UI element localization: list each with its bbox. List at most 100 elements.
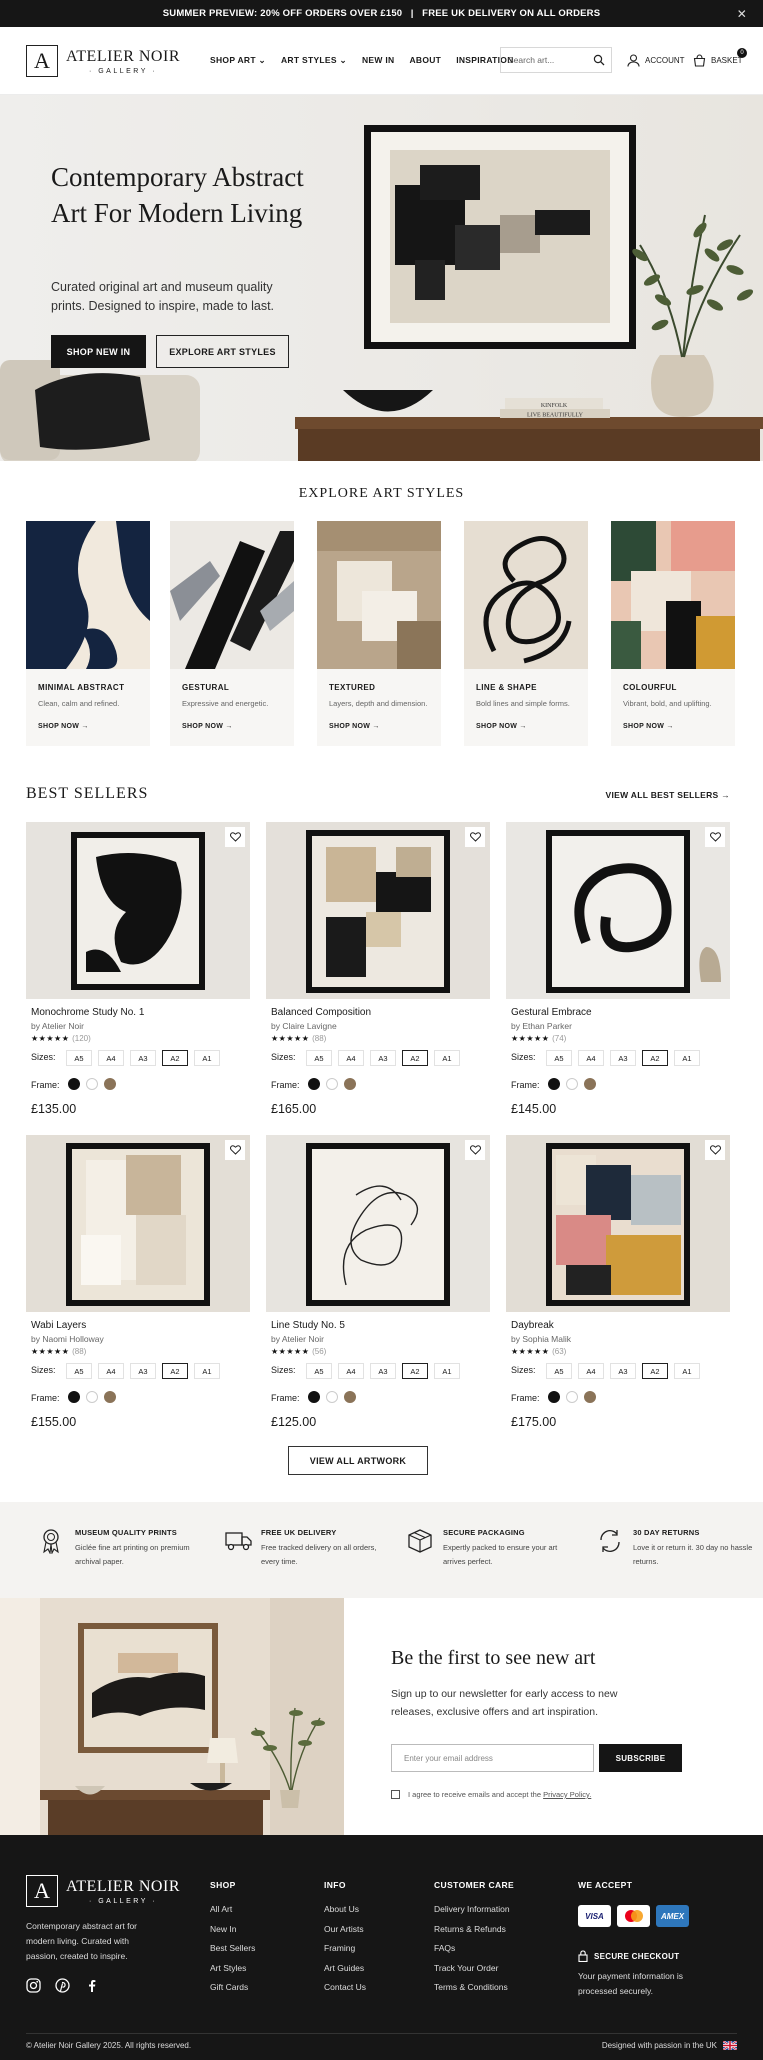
size-option[interactable]: A3	[610, 1050, 636, 1066]
product-image[interactable]	[506, 1135, 730, 1312]
size-option[interactable]: A3	[370, 1363, 396, 1379]
product-image[interactable]	[26, 1135, 250, 1312]
product-name[interactable]: Monochrome Study No. 1	[31, 1007, 144, 1018]
size-option[interactable]: A5	[306, 1050, 332, 1066]
product-card[interactable]: Wabi Layers by Naomi Holloway ★★★★★ (88) Si…	[26, 1135, 250, 1435]
size-option[interactable]: A5	[66, 1050, 92, 1066]
shop-new-in-button[interactable]: SHOP NEW IN	[51, 335, 146, 368]
frame-color-swatch[interactable]	[584, 1078, 596, 1090]
product-name[interactable]: Daybreak	[511, 1320, 554, 1331]
frame-color-swatch[interactable]	[566, 1391, 578, 1403]
style-card-gestural[interactable]: GESTURAL Expressive and energetic. SHOP …	[170, 521, 294, 746]
size-option[interactable]: A1	[434, 1050, 460, 1066]
nav-about[interactable]: ABOUT	[409, 55, 441, 66]
nav-shop-art[interactable]: SHOP ART ⌄	[210, 55, 266, 66]
shop-now-link[interactable]: SHOP NOW →	[476, 723, 527, 730]
frame-color-swatch[interactable]	[548, 1078, 560, 1090]
email-field[interactable]: Enter your email address	[391, 1744, 594, 1772]
size-option[interactable]: A1	[194, 1363, 220, 1379]
frame-color-swatch[interactable]	[344, 1078, 356, 1090]
frame-color-swatch[interactable]	[86, 1078, 98, 1090]
style-card-colourful[interactable]: COLOURFUL Vibrant, bold, and uplifting. …	[611, 521, 735, 746]
view-all-artwork-button[interactable]: VIEW ALL ARTWORK	[288, 1446, 428, 1475]
product-card[interactable]: Balanced Composition by Claire Lavigne ★★★…	[266, 822, 490, 1122]
wishlist-heart-icon[interactable]	[465, 827, 485, 847]
footer-logo[interactable]: A ATELIER NOIR · GALLERY ·	[26, 1875, 180, 1907]
wishlist-heart-icon[interactable]	[225, 827, 245, 847]
size-option[interactable]: A4	[338, 1050, 364, 1066]
frame-color-swatch[interactable]	[326, 1078, 338, 1090]
footer-link[interactable]: About Us	[324, 1900, 366, 1920]
size-option[interactable]: A3	[610, 1363, 636, 1379]
size-option[interactable]: A3	[130, 1363, 156, 1379]
frame-color-swatch[interactable]	[86, 1391, 98, 1403]
product-card[interactable]: Monochrome Study No. 1 by Atelier Noir ★★★…	[26, 822, 250, 1122]
size-option[interactable]: A1	[194, 1050, 220, 1066]
frame-color-swatch[interactable]	[566, 1078, 578, 1090]
size-option[interactable]: A4	[98, 1363, 124, 1379]
footer-link[interactable]: Terms & Conditions	[434, 1978, 514, 1998]
footer-link[interactable]: Framing	[324, 1939, 366, 1959]
pinterest-icon[interactable]	[55, 1978, 70, 1993]
product-card[interactable]: Gestural Embrace by Ethan Parker ★★★★★ (74…	[506, 822, 730, 1122]
product-name[interactable]: Balanced Composition	[271, 1007, 371, 1018]
nav-art-styles[interactable]: ART STYLES ⌄	[281, 55, 347, 66]
footer-link[interactable]: Contact Us	[324, 1978, 366, 1998]
search-input[interactable]: Search art...	[500, 47, 612, 73]
search-icon[interactable]	[593, 54, 605, 66]
product-image[interactable]	[266, 822, 490, 999]
frame-color-swatch[interactable]	[308, 1078, 320, 1090]
shop-now-link[interactable]: SHOP NOW →	[182, 723, 233, 730]
product-name[interactable]: Wabi Layers	[31, 1320, 86, 1331]
size-option[interactable]: A1	[674, 1363, 700, 1379]
consent-checkbox[interactable]	[391, 1790, 400, 1799]
size-option[interactable]: A5	[306, 1363, 332, 1379]
footer-link[interactable]: Delivery Information	[434, 1900, 514, 1920]
frame-color-swatch[interactable]	[344, 1391, 356, 1403]
size-option[interactable]: A4	[338, 1363, 364, 1379]
footer-link[interactable]: Best Sellers	[210, 1939, 255, 1959]
footer-link[interactable]: Track Your Order	[434, 1959, 514, 1979]
shop-now-link[interactable]: SHOP NOW →	[38, 723, 89, 730]
size-option[interactable]: A5	[546, 1363, 572, 1379]
footer-link[interactable]: Returns & Refunds	[434, 1920, 514, 1940]
footer-link[interactable]: New In	[210, 1920, 255, 1940]
product-card[interactable]: Daybreak by Sophia Malik ★★★★★ (63) Sizes: A…	[506, 1135, 730, 1435]
size-option[interactable]: A2	[642, 1363, 668, 1379]
shop-now-link[interactable]: SHOP NOW →	[623, 723, 674, 730]
explore-styles-button[interactable]: EXPLORE ART STYLES	[156, 335, 289, 368]
size-option[interactable]: A5	[66, 1363, 92, 1379]
product-name[interactable]: Line Study No. 5	[271, 1320, 345, 1331]
size-option[interactable]: A3	[130, 1050, 156, 1066]
footer-link[interactable]: All Art	[210, 1900, 255, 1920]
view-all-bestsellers-link[interactable]: VIEW ALL BEST SELLERS →	[606, 790, 731, 800]
frame-color-swatch[interactable]	[104, 1078, 116, 1090]
privacy-policy-link[interactable]: Privacy Policy.	[543, 1790, 591, 1799]
size-option[interactable]: A1	[674, 1050, 700, 1066]
footer-link[interactable]: Art Guides	[324, 1959, 366, 1979]
style-card-minimal[interactable]: MINIMAL ABSTRACT Clean, calm and refined…	[26, 521, 150, 746]
size-option[interactable]: A2	[162, 1363, 188, 1379]
size-option[interactable]: A2	[402, 1363, 428, 1379]
wishlist-heart-icon[interactable]	[705, 1140, 725, 1160]
size-option[interactable]: A4	[578, 1050, 604, 1066]
size-option[interactable]: A5	[546, 1050, 572, 1066]
size-option[interactable]: A4	[98, 1050, 124, 1066]
frame-color-swatch[interactable]	[308, 1391, 320, 1403]
footer-link[interactable]: FAQs	[434, 1939, 514, 1959]
product-name[interactable]: Gestural Embrace	[511, 1007, 592, 1018]
wishlist-heart-icon[interactable]	[465, 1140, 485, 1160]
shop-now-link[interactable]: SHOP NOW →	[329, 723, 380, 730]
frame-color-swatch[interactable]	[104, 1391, 116, 1403]
style-card-line-shape[interactable]: LINE & SHAPE Bold lines and simple forms…	[464, 521, 588, 746]
nav-new-in[interactable]: NEW IN	[362, 55, 395, 66]
close-icon[interactable]: ✕	[737, 7, 747, 21]
frame-color-swatch[interactable]	[584, 1391, 596, 1403]
size-option[interactable]: A2	[402, 1050, 428, 1066]
style-card-textured[interactable]: TEXTURED Layers, depth and dimension. SH…	[317, 521, 441, 746]
frame-color-swatch[interactable]	[326, 1391, 338, 1403]
product-card[interactable]: Line Study No. 5 by Atelier Noir ★★★★★ (56…	[266, 1135, 490, 1435]
wishlist-heart-icon[interactable]	[225, 1140, 245, 1160]
product-image[interactable]	[506, 822, 730, 999]
wishlist-heart-icon[interactable]	[705, 827, 725, 847]
